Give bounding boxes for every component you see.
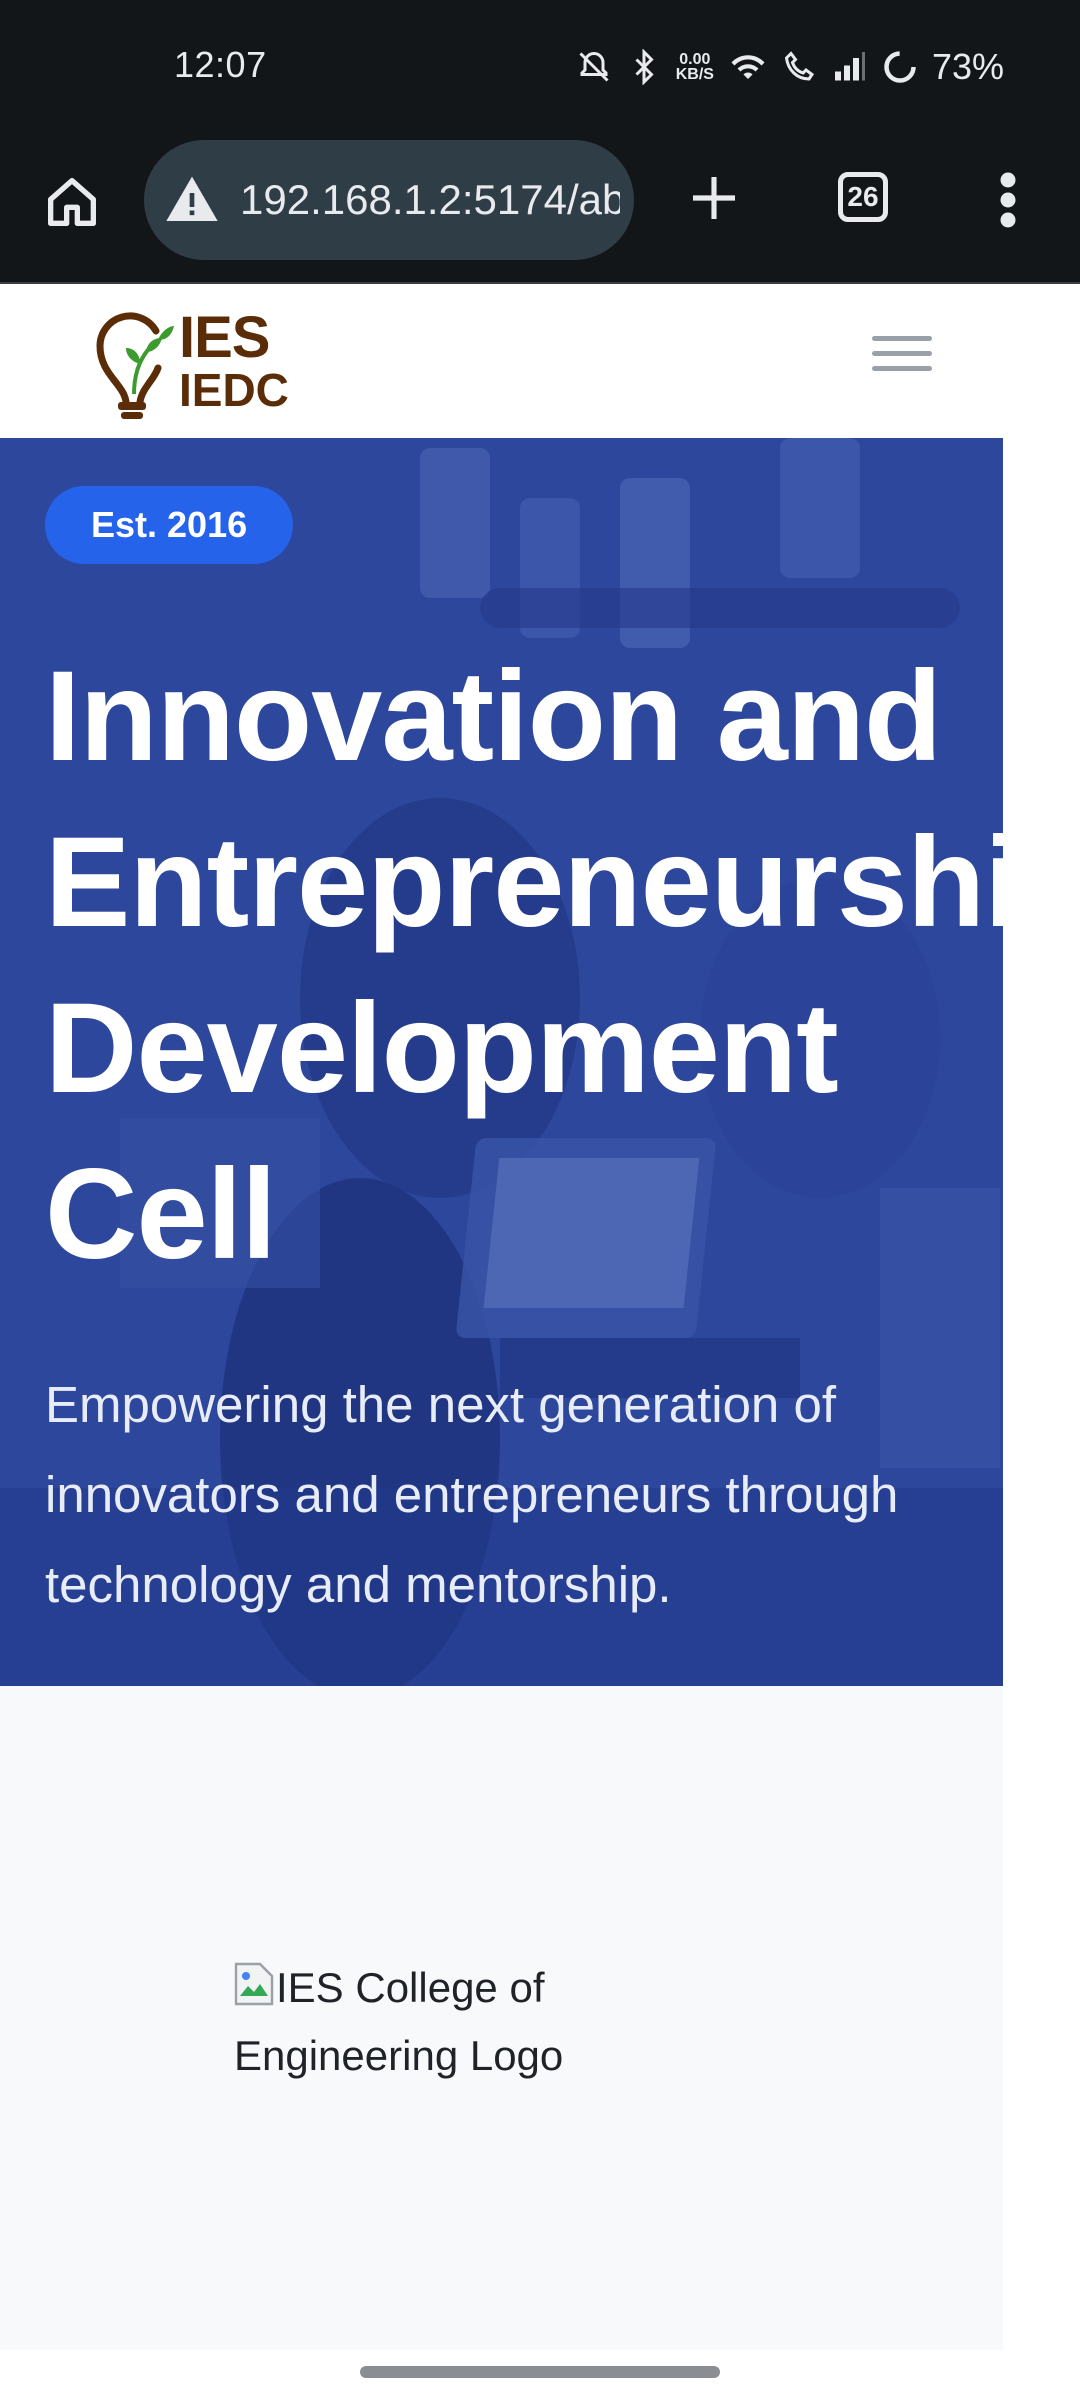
home-icon[interactable] [40,170,104,234]
hero-section: Est. 2016 Innovation and Entrepreneurshi… [0,438,1003,1686]
college-logo-image: IES College of Engineering Logo [234,1954,654,2090]
web-page: IES IEDC Est. 2016 Innovation and Entrep… [0,284,1003,2350]
status-icons: 0.00 KB/S 73% [576,42,1004,92]
site-navbar: IES IEDC [0,284,1003,438]
menu-line [872,351,932,356]
net-speed: 0.00 KB/S [675,51,714,83]
iedc-logo[interactable]: IES IEDC [78,294,298,424]
browser-toolbar: 192.168.1.2:5174/ab 26 [0,132,1080,284]
tab-count: 26 [847,181,879,212]
broken-image-icon [234,1962,274,2006]
tabs-button[interactable]: 26 [838,172,888,222]
bluetooth-icon [635,49,654,85]
address-bar[interactable]: 192.168.1.2:5174/ab [144,140,634,260]
status-bar: 12:07 0.00 KB/S 73% [0,0,1080,132]
est-badge: Est. 2016 [45,486,294,564]
hero-subtitle: Empowering the next generation of innova… [45,1376,899,1613]
hero-title: Innovation and Entrepreneurship Developm… [45,645,1003,1286]
plus-icon[interactable] [686,170,742,226]
menu-line [872,336,932,341]
mute-icon [579,51,609,82]
lightbulb-icon [96,312,174,419]
more-vert-icon[interactable] [994,170,1022,230]
signal-icon [834,52,865,81]
page-margin [1003,284,1080,2400]
gesture-nav-bar[interactable] [360,2366,720,2378]
college-logo-alt-text: IES College of Engineering Logo [234,1964,564,2079]
hamburger-menu-button[interactable] [872,326,932,386]
logo-wordmark: IES IEDC [179,305,289,417]
status-time: 12:07 [174,44,267,85]
wifi-icon [731,55,765,79]
battery-icon [884,51,916,83]
wifi-calling-icon [784,51,814,81]
battery-percent: 73% [931,46,1004,87]
warning-icon[interactable] [164,172,220,228]
url-text[interactable]: 192.168.1.2:5174/ab [240,176,620,224]
menu-line [872,366,932,371]
